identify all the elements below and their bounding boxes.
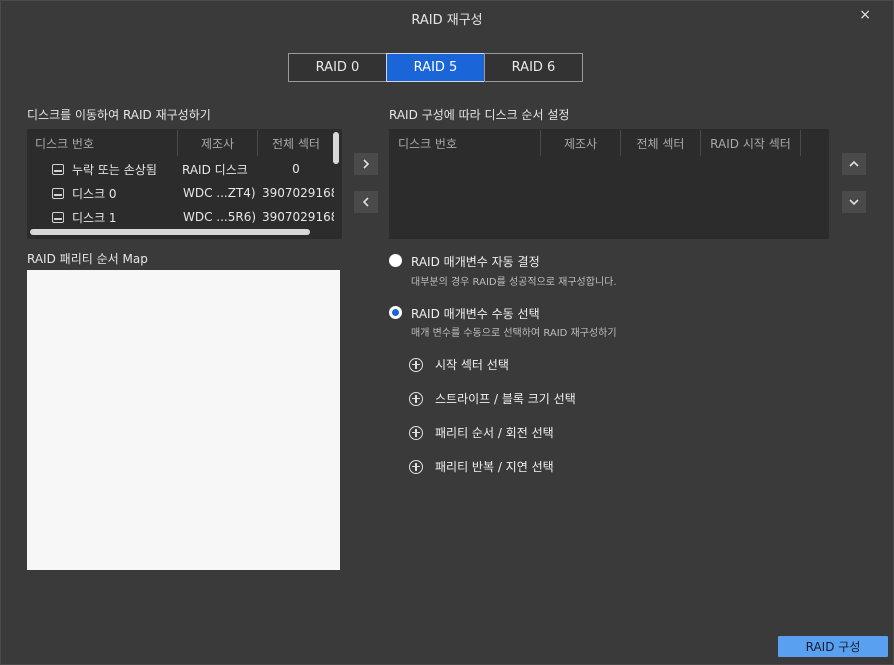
table-row[interactable]: 디스크 0 WDC ...ZT4) 3907029168 (28, 181, 341, 205)
option-label: 시작 섹터 선택 (435, 358, 509, 372)
dialog-title: RAID 재구성 (411, 13, 483, 28)
option-label: 패리티 순서 / 회전 선택 (435, 426, 554, 440)
table-header: 디스크 번호 제조사 전체 섹터 (28, 130, 341, 157)
disk-maker: WDC ...5R6) (183, 210, 257, 224)
tab-raid-5[interactable]: RAID 5 (386, 53, 485, 82)
disk-order-table: 디스크 번호 제조사 전체 섹터 RAID 시작 섹터 (389, 129, 829, 239)
disk-name: 디스크 1 (72, 210, 117, 225)
disk-icon (52, 163, 64, 175)
vertical-scrollbar[interactable] (333, 132, 339, 164)
disk-icon (52, 211, 64, 223)
plus-circle-icon (409, 391, 423, 406)
disk-sectors: 3907029168 (262, 210, 334, 224)
auto-params-radio[interactable] (389, 254, 402, 267)
select-start-sector[interactable]: 시작 섹터 선택 (409, 356, 509, 373)
select-stripe-block-size[interactable]: 스트라이프 / 블록 크기 선택 (409, 390, 576, 407)
manual-params-radio[interactable] (389, 306, 402, 319)
table-header: 디스크 번호 제조사 전체 섹터 RAID 시작 섹터 (390, 130, 828, 157)
plus-circle-icon (409, 459, 423, 474)
col-maker[interactable]: 제조사 (178, 130, 258, 156)
chevron-left-icon (362, 197, 369, 207)
col-maker[interactable]: 제조사 (541, 130, 621, 156)
move-left-button[interactable] (354, 191, 378, 213)
plus-circle-icon (409, 357, 423, 372)
disk-sectors: 3907029168 (262, 186, 334, 200)
col-disk-number[interactable]: 디스크 번호 (390, 130, 541, 156)
move-right-button[interactable] (354, 153, 378, 175)
auto-params-description: 대부분의 경우 RAID를 성공적으로 재구성합니다. (411, 277, 617, 288)
option-label: 스트라이프 / 블록 크기 선택 (435, 392, 576, 406)
select-parity-repeat-delay[interactable]: 패리티 반복 / 지연 선택 (409, 458, 554, 475)
chevron-right-icon (363, 159, 370, 169)
close-icon[interactable]: × (859, 7, 871, 23)
manual-params-label: RAID 매개변수 수동 선택 (411, 307, 540, 321)
disk-maker: RAID 디스크 (182, 162, 248, 177)
option-label: 패리티 반복 / 지연 선택 (435, 460, 554, 474)
available-disks-heading: 디스크를 이동하여 RAID 재구성하기 (27, 108, 211, 122)
chevron-up-icon (849, 160, 859, 167)
col-total-sectors[interactable]: 전체 섹터 (258, 130, 334, 156)
parity-map-heading: RAID 패리티 순서 Map (27, 252, 148, 266)
col-disk-number[interactable]: 디스크 번호 (28, 130, 178, 156)
plus-circle-icon (409, 425, 423, 440)
col-total-sectors[interactable]: 전체 섹터 (621, 130, 701, 156)
raid-level-tabs: RAID 0 RAID 5 RAID 6 (288, 53, 583, 82)
table-row[interactable]: 누락 또는 손상됨 RAID 디스크 0 (28, 157, 341, 181)
col-raid-start-sector[interactable]: RAID 시작 섹터 (701, 130, 801, 156)
auto-params-label: RAID 매개변수 자동 결정 (411, 255, 540, 269)
disk-icon (52, 187, 64, 199)
horizontal-scrollbar[interactable] (30, 229, 310, 235)
build-raid-button[interactable]: RAID 구성 (778, 636, 888, 657)
disk-name: 누락 또는 손상됨 (72, 162, 157, 177)
tab-raid-0[interactable]: RAID 0 (288, 53, 387, 82)
table-row[interactable]: 디스크 1 WDC ...5R6) 3907029168 (28, 205, 341, 229)
disk-sectors: 0 (292, 162, 300, 176)
auto-params-option[interactable]: RAID 매개변수 자동 결정 (389, 253, 540, 270)
raid-reconstruct-dialog: RAID 재구성 × RAID 0 RAID 5 RAID 6 디스크를 이동하… (0, 0, 894, 665)
disk-maker: WDC ...ZT4) (183, 186, 256, 200)
select-parity-order-rotation[interactable]: 패리티 순서 / 회전 선택 (409, 424, 554, 441)
tab-raid-6[interactable]: RAID 6 (484, 53, 583, 82)
disk-order-heading: RAID 구성에 따라 디스크 순서 설정 (389, 108, 570, 122)
move-up-button[interactable] (842, 153, 866, 175)
manual-params-description: 매개 변수를 수동으로 선택하여 RAID 재구성하기 (411, 328, 617, 339)
parity-map-canvas (27, 270, 340, 570)
move-down-button[interactable] (842, 191, 866, 213)
disk-name: 디스크 0 (72, 186, 117, 201)
manual-params-option[interactable]: RAID 매개변수 수동 선택 (389, 305, 540, 322)
chevron-down-icon (849, 199, 859, 206)
available-disks-table: 디스크 번호 제조사 전체 섹터 누락 또는 손상됨 RAID 디스크 0 디스… (27, 129, 342, 239)
